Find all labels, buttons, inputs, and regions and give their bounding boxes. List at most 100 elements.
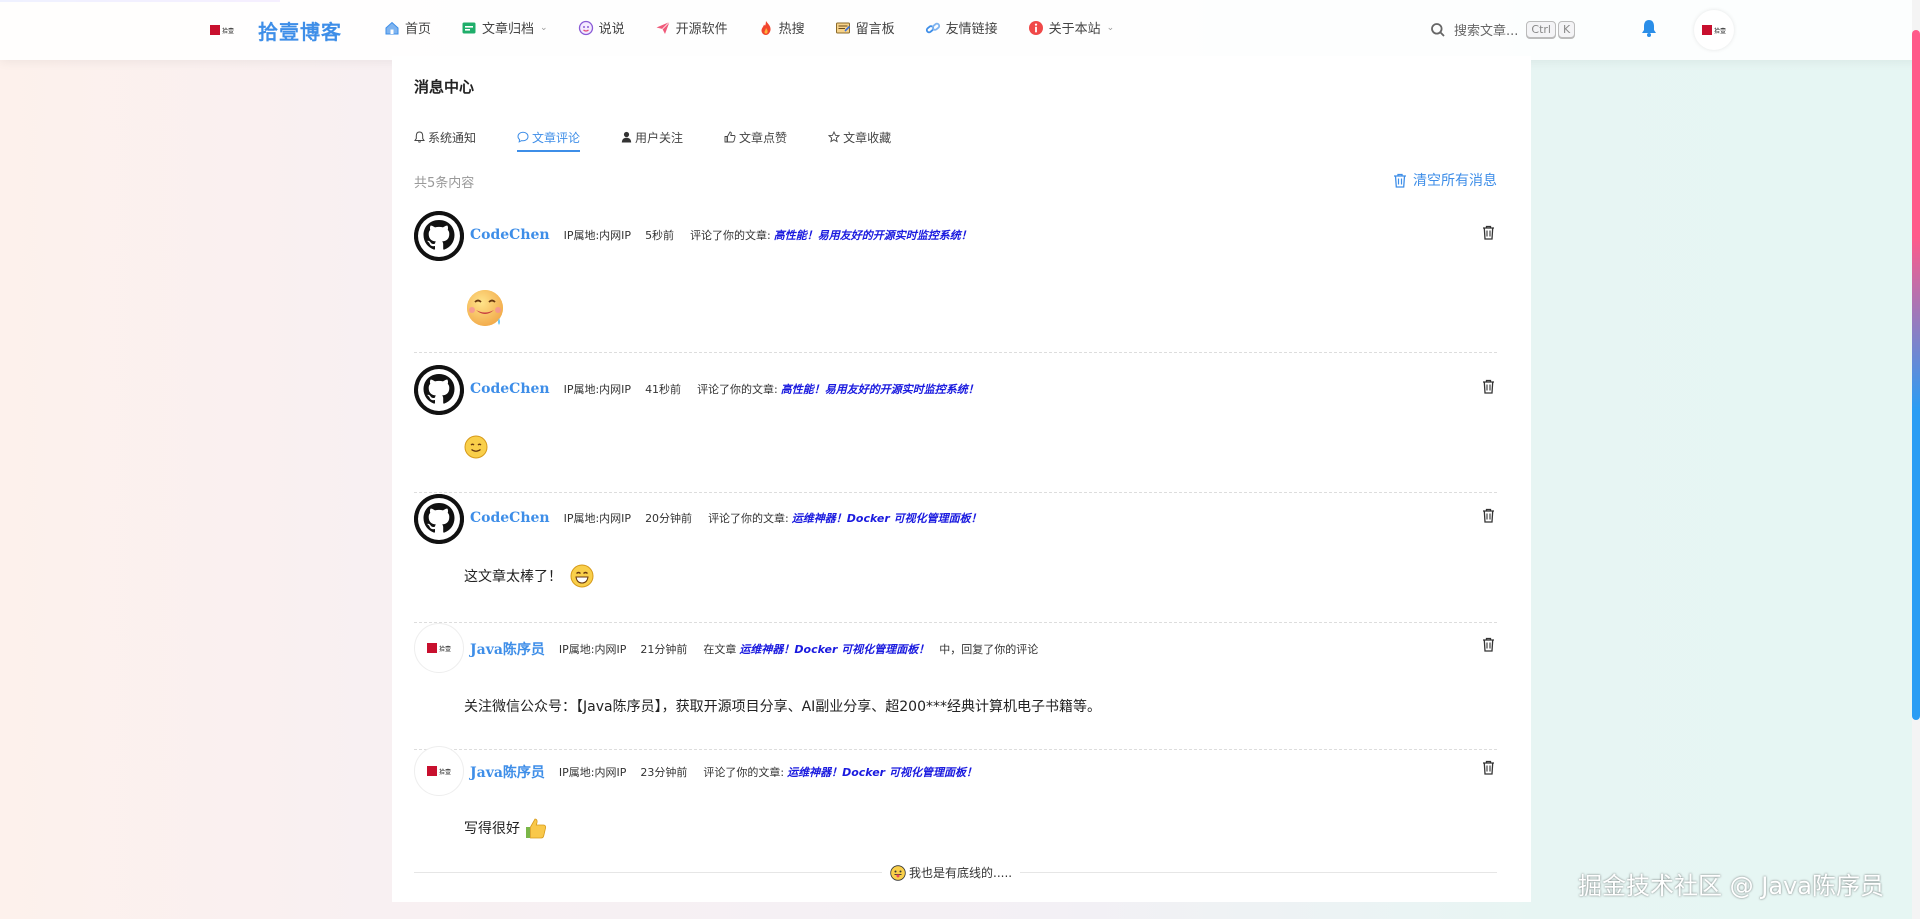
message-content <box>464 288 508 330</box>
message-item: 拾壹 Java陈序员 IP属地:内网IP 21分钟前 在文章 运维神器！Dock… <box>414 623 1497 750</box>
action-text: 在文章 <box>703 643 737 656</box>
search-icon <box>1431 22 1445 37</box>
ip-location: IP属地:内网IP <box>558 766 627 779</box>
thumbs-up-icon <box>724 131 736 143</box>
github-icon <box>414 365 464 415</box>
github-icon <box>414 494 464 544</box>
grinning-face-emoji <box>570 564 594 588</box>
kbd-ctrl: Ctrl <box>1526 21 1556 38</box>
message-meta: CodeChen IP属地:内网IP 5秒前 评论了你的文章: 高性能！易用友好… <box>470 227 972 243</box>
timestamp: 23分钟前 <box>640 766 688 779</box>
delete-message-icon[interactable] <box>1482 508 1495 523</box>
nav-talk[interactable]: 说说 <box>578 18 625 37</box>
smiling-face-emoji <box>464 435 488 459</box>
kbd-k: K <box>1557 21 1576 38</box>
delete-message-icon[interactable] <box>1482 225 1495 240</box>
site-title[interactable]: 拾壹博客 <box>258 16 342 45</box>
main-nav: 首页 文章归档 ⌄ 说说 开源软件 热搜 留言板 友情链接 关于本站 ⌄ <box>384 18 1144 37</box>
message-center-panel: 消息中心 系统通知 文章评论 用户关注 文章点赞 文章收藏 共5条内容 清空所有… <box>392 56 1531 902</box>
nav-about[interactable]: 关于本站 ⌄ <box>1028 18 1115 37</box>
article-link[interactable]: 高性能！易用友好的开源实时监控系统！ <box>774 227 972 243</box>
message-item: CodeChen IP属地:内网IP 5秒前 评论了你的文章: 高性能！易用友好… <box>414 211 1497 353</box>
ip-location: IP属地:内网IP <box>558 643 627 656</box>
star-icon <box>828 131 841 143</box>
user-name[interactable]: CodeChen <box>470 381 550 397</box>
nav-home[interactable]: 首页 <box>384 18 431 37</box>
message-item: CodeChen IP属地:内网IP 20分钟前 评论了你的文章: 运维神器！D… <box>414 494 1497 623</box>
clear-all-messages-button[interactable]: 清空所有消息 <box>1393 170 1497 190</box>
message-tabs: 系统通知 文章评论 用户关注 文章点赞 文章收藏 <box>414 122 932 152</box>
paper-plane-icon <box>656 21 670 34</box>
comment-text: 这文章太棒了！ <box>464 569 562 585</box>
ip-location: IP属地:内网IP <box>563 512 632 525</box>
message-board-icon <box>835 22 850 33</box>
avatar-logo: 拾壹 <box>1700 20 1728 40</box>
user-name[interactable]: CodeChen <box>470 227 550 243</box>
avatar[interactable] <box>414 365 464 415</box>
chevron-down-icon: ⌄ <box>540 22 548 33</box>
nav-hot[interactable]: 热搜 <box>758 18 805 37</box>
list-end-text: 我也是有底线的..... <box>882 864 1021 881</box>
tab-article-comments[interactable]: 文章评论 <box>517 122 581 152</box>
ip-location: IP属地:内网IP <box>563 229 632 242</box>
brand[interactable]: 拾壹 拾壹博客 <box>208 14 342 46</box>
top-navbar: 拾壹 拾壹博客 首页 文章归档 ⌄ 说说 开源软件 热搜 留言板 友情链接 关于… <box>0 0 1920 60</box>
nav-friend-links[interactable]: 友情链接 <box>925 18 998 37</box>
avatar[interactable]: 拾壹 <box>414 623 464 673</box>
ip-location: IP属地:内网IP <box>563 383 632 396</box>
github-icon <box>414 211 464 261</box>
archive-icon <box>462 22 476 33</box>
comment-icon <box>517 131 529 143</box>
bell-icon <box>414 131 425 143</box>
search-box[interactable]: 搜索文章... Ctrl K <box>1430 20 1576 39</box>
user-avatar[interactable]: 拾壹 <box>1694 10 1734 50</box>
avatar-logo: 拾壹 <box>425 761 453 781</box>
page-title: 消息中心 <box>414 78 475 96</box>
notification-bell-icon[interactable] <box>1640 18 1658 38</box>
user-icon <box>621 131 632 143</box>
message-content: 这文章太棒了！ <box>464 564 594 588</box>
nav-guestbook[interactable]: 留言板 <box>835 18 895 37</box>
timestamp: 21分钟前 <box>640 643 688 656</box>
chevron-down-icon: ⌄ <box>1106 22 1115 33</box>
comment-text: 关注微信公众号：【Java陈序员】，获取开源项目分享、AI副业分享、超200**… <box>464 699 1101 715</box>
article-link[interactable]: 运维神器！Docker 可视化管理面板！ <box>792 510 982 526</box>
avatar[interactable] <box>414 494 464 544</box>
user-name[interactable]: Java陈序员 <box>470 762 545 782</box>
action-suffix: 中，回复了你的评论 <box>939 643 1039 656</box>
tab-system-notice[interactable]: 系统通知 <box>414 122 476 152</box>
avatar[interactable] <box>414 211 464 261</box>
message-content <box>464 435 488 459</box>
delete-message-icon[interactable] <box>1482 760 1495 775</box>
action-text: 评论了你的文章: <box>703 766 785 779</box>
tab-article-favorites[interactable]: 文章收藏 <box>828 122 891 152</box>
nav-archive[interactable]: 文章归档 ⌄ <box>461 18 548 37</box>
page-scrollbar[interactable] <box>1912 0 1920 919</box>
tab-article-likes[interactable]: 文章点赞 <box>724 122 787 152</box>
message-item: 拾壹 Java陈序员 IP属地:内网IP 23分钟前 评论了你的文章: 运维神器… <box>414 746 1497 870</box>
message-content: 关注微信公众号：【Java陈序员】，获取开源项目分享、AI副业分享、超200**… <box>464 696 1101 716</box>
thumbs-up-emoji <box>526 818 547 839</box>
trash-icon <box>1394 173 1406 188</box>
timestamp: 41秒前 <box>645 383 682 396</box>
scrollbar-thumb[interactable] <box>1912 30 1920 720</box>
message-total-count: 共5条内容 <box>414 176 475 191</box>
message-meta: CodeChen IP属地:内网IP 20分钟前 评论了你的文章: 运维神器！D… <box>470 510 982 526</box>
avatar[interactable]: 拾壹 <box>414 746 464 796</box>
home-icon <box>385 21 399 34</box>
delete-message-icon[interactable] <box>1482 379 1495 394</box>
timestamp: 5秒前 <box>645 229 675 242</box>
user-name[interactable]: CodeChen <box>470 510 550 526</box>
tab-user-follows[interactable]: 用户关注 <box>621 122 683 152</box>
watermark-text: 掘金技术社区 @ Java陈序员 <box>1578 872 1884 900</box>
article-link[interactable]: 高性能！易用友好的开源实时监控系统！ <box>781 381 979 397</box>
chat-face-icon <box>578 20 593 35</box>
action-text: 评论了你的文章: <box>708 512 789 525</box>
delete-message-icon[interactable] <box>1482 637 1495 652</box>
nav-opensource[interactable]: 开源软件 <box>655 18 728 37</box>
site-logo: 拾壹 <box>208 20 236 40</box>
message-meta: CodeChen IP属地:内网IP 41秒前 评论了你的文章: 高性能！易用友… <box>470 381 979 397</box>
user-name[interactable]: Java陈序员 <box>470 639 545 659</box>
article-link[interactable]: 运维神器！Docker 可视化管理面板！ <box>739 641 929 657</box>
article-link[interactable]: 运维神器！Docker 可视化管理面板！ <box>787 764 977 780</box>
